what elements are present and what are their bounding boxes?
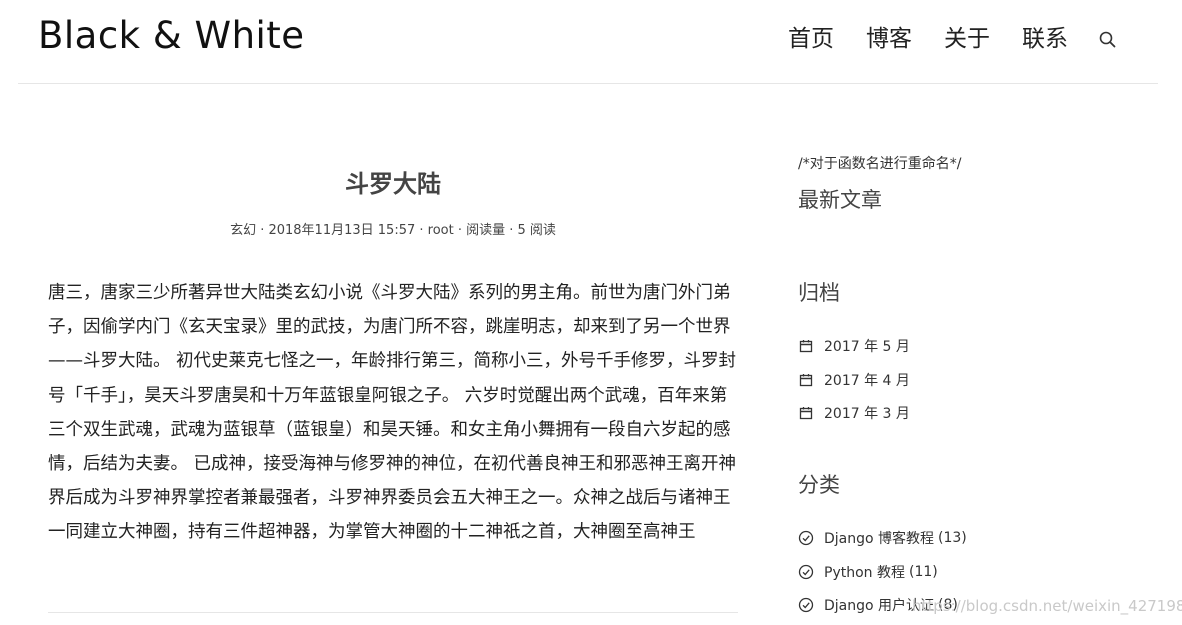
- post-title[interactable]: 斗罗大陆: [48, 166, 738, 202]
- page: Black & White 首页 博客 关于 联系 斗罗大陆 玄幻 · 2018…: [0, 0, 1182, 625]
- category-title: 分类: [798, 473, 840, 498]
- calendar-icon: [799, 373, 813, 386]
- sidebar: /*对于函数名进行重命名*/ 最新文章 归档 2017 年 5 月 2017 年…: [798, 153, 1168, 622]
- archive-title: 归档: [798, 281, 840, 305]
- calendar-icon: [799, 339, 813, 352]
- archive-item[interactable]: 2017 年 3 月: [798, 396, 1168, 430]
- nav-blog[interactable]: 博客: [866, 24, 912, 54]
- sidebar-comment-note: /*对于函数名进行重命名*/: [798, 156, 962, 172]
- category-count: (11): [908, 563, 938, 580]
- main-nav: 首页 博客 关于 联系: [788, 24, 1068, 54]
- category-item[interactable]: Django 博客教程 (13): [798, 521, 1168, 555]
- archive-link[interactable]: 2017 年 3 月: [824, 403, 910, 423]
- post-divider: [48, 612, 738, 613]
- site-header: Black & White 首页 博客 关于 联系: [18, 0, 1158, 84]
- nav-home[interactable]: 首页: [788, 24, 834, 54]
- calendar-icon: [799, 407, 813, 420]
- archive-link[interactable]: 2017 年 4 月: [824, 370, 910, 390]
- archive-item[interactable]: 2017 年 4 月: [798, 363, 1168, 397]
- category-item[interactable]: Python 教程 (11): [798, 555, 1168, 589]
- check-circle-icon: [798, 564, 814, 579]
- post-article: 斗罗大陆 玄幻 · 2018年11月13日 15:57 · root · 阅读量…: [48, 166, 738, 550]
- check-circle-icon: [798, 598, 814, 613]
- post-body: 唐三，唐家三少所著异世大陆类玄幻小说《斗罗大陆》系列的男主角。前世为唐门外门弟子…: [48, 283, 737, 543]
- category-link[interactable]: Python 教程: [824, 562, 905, 582]
- archive-item[interactable]: 2017 年 5 月: [798, 329, 1168, 363]
- category-count: (13): [938, 529, 967, 546]
- post-meta: 玄幻 · 2018年11月13日 15:57 · root · 阅读量 · 5 …: [230, 223, 556, 238]
- site-logo[interactable]: Black & White: [38, 14, 305, 57]
- category-link[interactable]: Django 博客教程: [824, 528, 934, 548]
- nav-about[interactable]: 关于: [944, 24, 990, 54]
- check-circle-icon: [798, 530, 814, 546]
- watermark: https://blog.csdn.net/weixin_42719822: [912, 597, 1182, 615]
- archive-list: 2017 年 5 月 2017 年 4 月 2017 年 3 月: [798, 329, 1168, 430]
- archive-link[interactable]: 2017 年 5 月: [824, 336, 910, 356]
- nav-contact[interactable]: 联系: [1022, 24, 1068, 54]
- search-icon[interactable]: [1098, 30, 1118, 50]
- latest-posts-title: 最新文章: [798, 188, 882, 212]
